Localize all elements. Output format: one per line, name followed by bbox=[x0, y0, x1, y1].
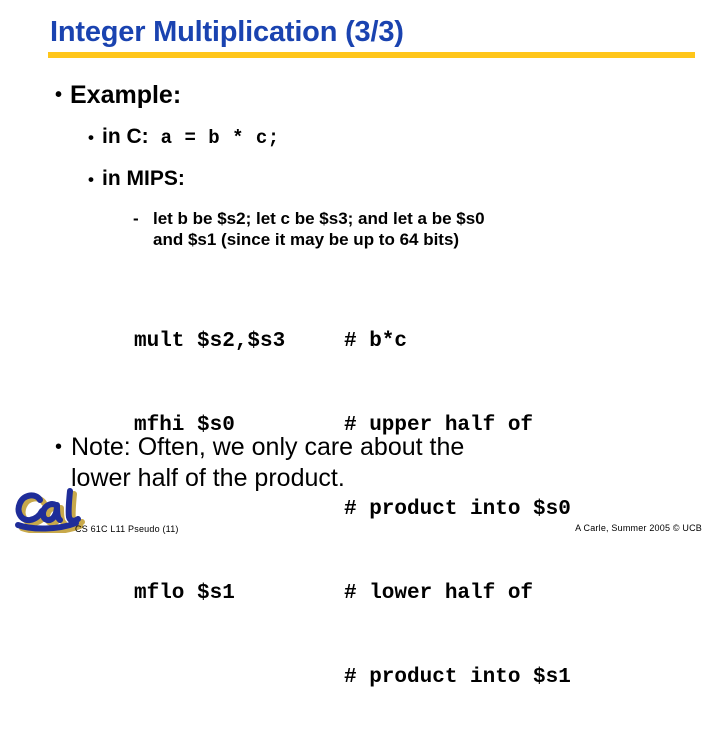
code-instruction: mult $s2,$s3 bbox=[134, 330, 286, 353]
code-line: # product into $s0 bbox=[134, 496, 571, 524]
note-line-2: lower half of the product. bbox=[71, 464, 345, 492]
slide-canvas: Integer Multiplication (3/3) • Example: … bbox=[0, 0, 720, 689]
code-instruction: mflo $s1 bbox=[134, 582, 235, 605]
code-instruction bbox=[134, 496, 344, 524]
dash-bullet-icon: - bbox=[133, 209, 139, 228]
bullet-note: • Note: Often, we only care about the lo… bbox=[55, 432, 631, 494]
bullet-register-assignment: - let b be $s2; let c be $s3; and let a … bbox=[133, 208, 485, 250]
code-comment: # product into $s1 bbox=[344, 666, 571, 689]
bullet-register-assignment-text: let b be $s2; let c be $s3; and let a be… bbox=[153, 208, 485, 250]
inline-code-c: a = b * c; bbox=[160, 127, 280, 149]
code-comment: # lower half of bbox=[344, 582, 534, 605]
code-line: mult $s2,$s3 # b*c bbox=[134, 328, 571, 356]
bullet-note-text: Note: Often, we only care about the lowe… bbox=[71, 432, 631, 494]
register-note-line-1: let b be $s2; let c be $s3; and let a be… bbox=[153, 209, 485, 228]
bullet-dot-icon: • bbox=[88, 170, 94, 189]
note-line-1: Note: Often, we only care about the bbox=[71, 433, 465, 461]
page-title: Integer Multiplication (3/3) bbox=[50, 16, 404, 48]
code-line: # product into $s1 bbox=[134, 664, 571, 692]
bullet-dot-icon: • bbox=[88, 128, 94, 147]
code-comment: # b*c bbox=[344, 330, 408, 353]
footer-left-text: CS 61C L11 Pseudo (11) bbox=[75, 524, 179, 534]
bullet-in-c: • in C: a = b * c; bbox=[88, 124, 280, 151]
bullet-dot-icon: • bbox=[55, 436, 63, 458]
title-underline-rule bbox=[48, 52, 695, 58]
register-note-line-2: and $s1 (since it may be up to 64 bits) bbox=[153, 230, 460, 249]
code-instruction bbox=[134, 664, 344, 692]
footer-right-text: A Carle, Summer 2005 © UCB bbox=[575, 523, 702, 533]
bullet-example-label: Example: bbox=[70, 81, 182, 109]
code-line: mflo $s1 # lower half of bbox=[134, 580, 571, 608]
bullet-example: • Example: bbox=[55, 80, 181, 110]
bullet-in-mips-label: in MIPS: bbox=[102, 167, 185, 190]
bullet-in-mips: • in MIPS: bbox=[88, 166, 185, 193]
mips-code-block: mult $s2,$s3 # b*c mfhi $s0 # upper half… bbox=[134, 272, 571, 748]
code-comment: # product into $s0 bbox=[344, 498, 571, 521]
bullet-dot-icon: • bbox=[55, 84, 63, 106]
bullet-in-c-label: in C: bbox=[102, 125, 149, 148]
